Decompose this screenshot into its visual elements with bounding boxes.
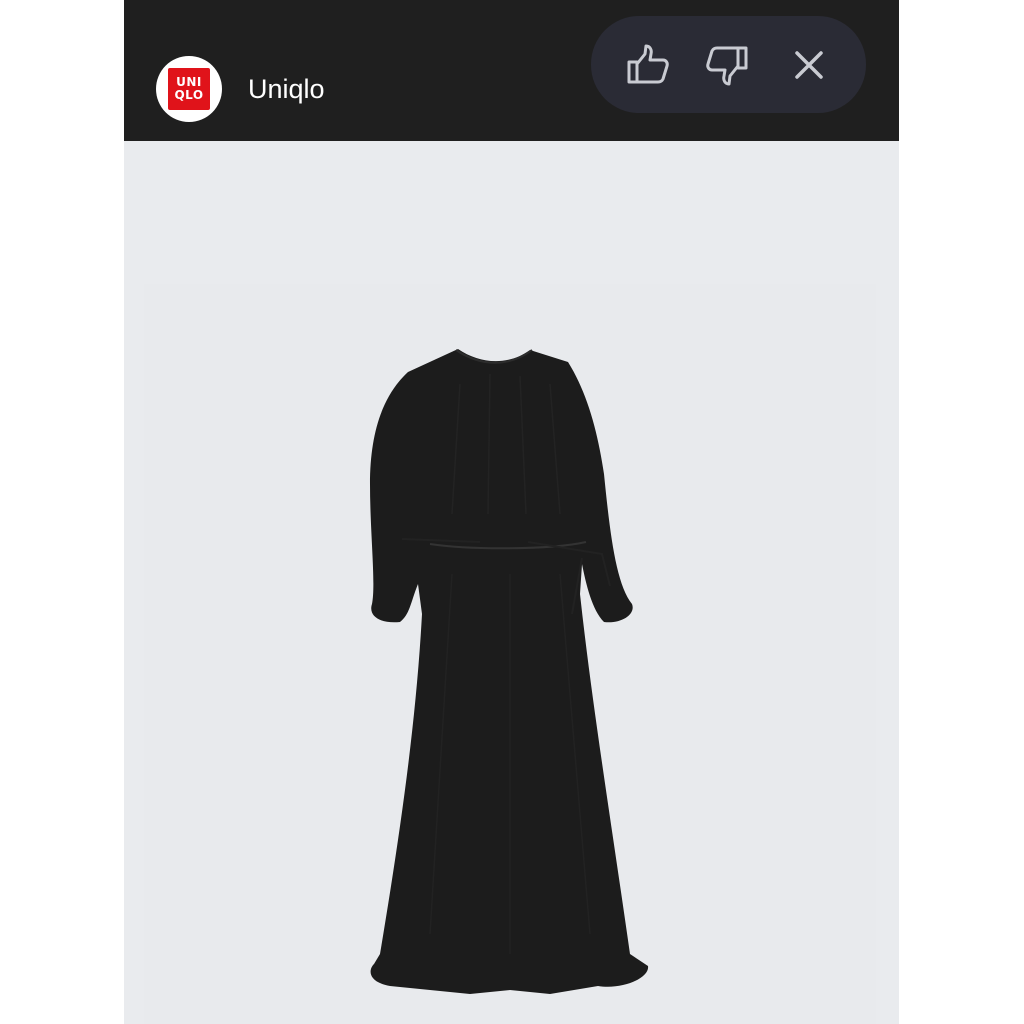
feedback-bar [591,16,866,113]
close-button[interactable] [784,40,834,90]
product-image-area[interactable] [124,141,899,1024]
thumbs-up-icon [627,44,669,84]
ad-header: UNI QLO Uniqlo [124,0,899,141]
thumbs-down-icon [706,46,748,86]
uniqlo-logo-mark: UNI QLO [168,68,210,110]
like-button[interactable] [623,40,673,90]
close-icon [795,51,823,79]
brand-name[interactable]: Uniqlo [248,72,325,106]
dislike-button[interactable] [702,40,752,90]
uniqlo-logo[interactable]: UNI QLO [156,56,222,122]
ad-frame: UNI QLO Uniqlo [124,0,899,1024]
logo-text-line2: QLO [174,88,204,102]
black-dress-image[interactable] [360,314,670,1004]
